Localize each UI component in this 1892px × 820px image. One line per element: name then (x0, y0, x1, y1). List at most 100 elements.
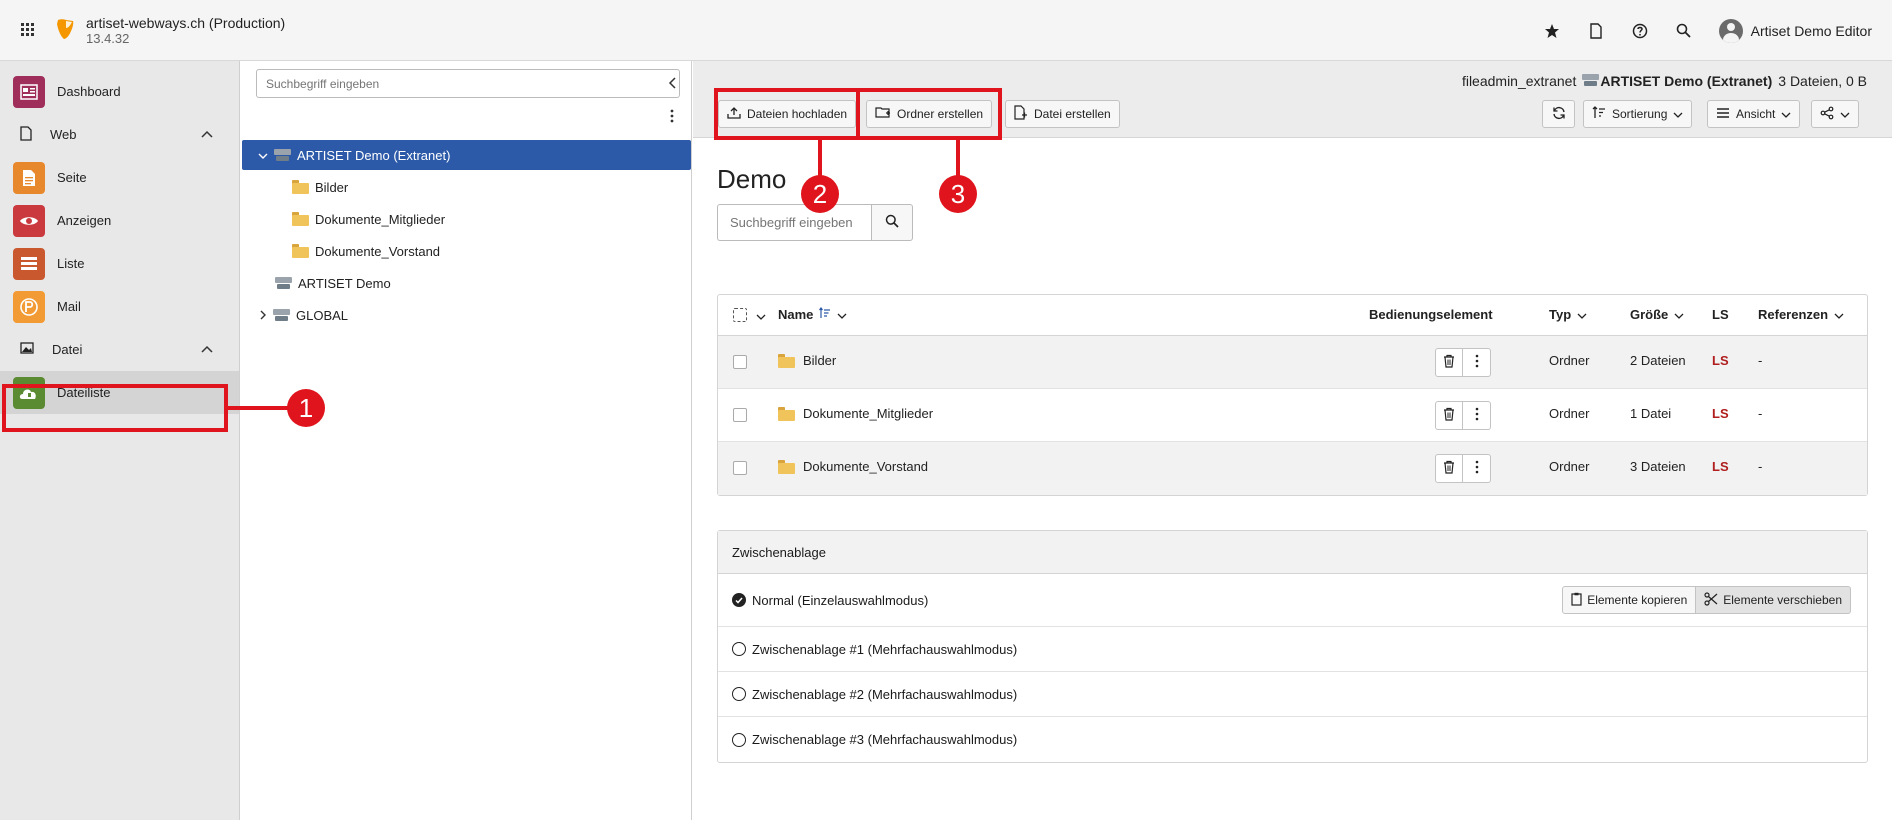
delete-button[interactable] (1435, 454, 1463, 483)
storage-icon (1582, 73, 1600, 89)
more-vertical-icon (1475, 354, 1479, 371)
sort-dropdown[interactable]: Sortierung (1583, 100, 1693, 128)
file-search-input[interactable] (717, 204, 871, 241)
radio-empty-icon[interactable] (732, 642, 746, 656)
row-checkbox[interactable] (733, 461, 747, 475)
column-type[interactable]: Typ (1549, 307, 1587, 322)
module-group-datei[interactable]: Datei (0, 328, 239, 371)
clipboard-pad-1-option[interactable]: Zwischenablage #1 (Mehrfachauswahlmodus) (718, 627, 1867, 672)
user-menu[interactable]: Artiset Demo Editor (1718, 18, 1872, 43)
delete-button[interactable] (1435, 401, 1463, 430)
module-group-web[interactable]: Web (0, 113, 239, 156)
more-actions-button[interactable] (1463, 454, 1491, 483)
tree-node-global[interactable]: GLOBAL (259, 300, 348, 330)
path-info: 3 Dateien, 0 B (1778, 73, 1867, 89)
site-brand[interactable]: artiset-webways.ch (Production) 13.4.32 (56, 15, 285, 46)
chevron-right-icon[interactable] (259, 308, 267, 323)
create-file-button[interactable]: Datei erstellen (1005, 100, 1120, 128)
tree-node-label: Dokumente_Vorstand (315, 243, 441, 259)
select-all-checkbox[interactable] (733, 308, 747, 322)
star-icon[interactable] (1543, 22, 1561, 40)
list-icon (13, 247, 45, 280)
table-row[interactable]: Dokumente_Mitglieder Ordner 1 Datei LS - (718, 389, 1867, 442)
chevron-down-icon (1834, 307, 1844, 322)
view-dropdown[interactable]: Ansicht (1707, 100, 1801, 128)
module-label: Dashboard (57, 84, 121, 99)
file-table: Name Bedienungselement Typ Größe LS Refe… (717, 294, 1868, 496)
row-checkbox[interactable] (733, 408, 747, 422)
scissors-icon (1704, 591, 1718, 609)
clipboard-pad-label: Zwischenablage #1 (Mehrfachauswahlmodus) (752, 641, 1018, 657)
tree-node-artiset-demo[interactable]: ARTISET Demo (275, 268, 391, 298)
site-name: artiset-webways.ch (Production) (86, 14, 286, 31)
tree-search-input[interactable] (256, 69, 680, 98)
path-storage: fileadmin_extranet (1461, 73, 1577, 89)
step-badge-1: 1 (287, 389, 325, 427)
clipboard-normal-option[interactable]: Normal (Einzelauswahlmodus) Elemente kop… (718, 574, 1867, 627)
module-group-label: Datei (52, 342, 83, 357)
tree-node-bilder[interactable]: Bilder (292, 172, 348, 202)
check-circle-icon[interactable] (732, 593, 746, 607)
tree-node-artiset-extranet[interactable]: ARTISET Demo (Extranet) (242, 140, 691, 170)
step-badge-2: 2 (801, 175, 839, 213)
row-checkbox[interactable] (733, 355, 747, 369)
module-mail[interactable]: Mail (0, 285, 239, 328)
clipboard-actions: Elemente kopieren Elemente verschieben (1562, 586, 1851, 614)
more-actions-button[interactable] (1463, 401, 1491, 430)
cell-name[interactable]: Dokumente_Vorstand (778, 459, 928, 474)
clipboard-pad-3-option[interactable]: Zwischenablage #3 (Mehrfachauswahlmodus) (718, 717, 1867, 762)
copy-elements-button[interactable]: Elemente kopieren (1562, 586, 1697, 614)
tree-node-label: GLOBAL (296, 307, 349, 323)
move-elements-button[interactable]: Elemente verschieben (1696, 586, 1851, 614)
chevron-down-icon (1673, 107, 1683, 121)
page-title: Demo (717, 164, 787, 194)
more-actions-button[interactable] (1463, 348, 1491, 377)
share-dropdown[interactable] (1811, 100, 1859, 128)
view-label: Ansicht (1736, 107, 1776, 121)
tree-options-button[interactable] (660, 104, 684, 128)
chevron-down-icon (1674, 307, 1684, 322)
clipboard-pad-2-option[interactable]: Zwischenablage #2 (Mehrfachauswahlmodus) (718, 672, 1867, 717)
help-icon[interactable] (1631, 22, 1649, 40)
cell-name[interactable]: Dokumente_Mitglieder (778, 406, 933, 421)
user-name: Artiset Demo Editor (1750, 22, 1872, 39)
module-liste[interactable]: Liste (0, 242, 239, 285)
clipboard-pad-label: Zwischenablage #2 (Mehrfachauswahlmodus) (752, 686, 1018, 702)
module-seite[interactable]: Seite (0, 156, 239, 199)
column-refs[interactable]: Referenzen (1758, 307, 1844, 322)
sort-asc-icon (819, 307, 831, 322)
column-size[interactable]: Größe (1630, 307, 1684, 322)
column-ls-label: LS (1712, 307, 1729, 322)
module-dashboard[interactable]: Dashboard (0, 70, 239, 113)
module-anzeigen[interactable]: Anzeigen (0, 199, 239, 242)
tree-node-dokumente-vorstand[interactable]: Dokumente_Vorstand (292, 236, 440, 266)
table-row[interactable]: Dokumente_Vorstand Ordner 3 Dateien LS - (718, 442, 1867, 495)
reload-button[interactable] (1542, 100, 1575, 128)
chevron-down-icon[interactable] (258, 148, 268, 163)
module-label: Anzeigen (57, 213, 112, 228)
chevron-down-icon[interactable] (756, 308, 766, 323)
trash-icon (1443, 460, 1455, 477)
search-icon[interactable] (1675, 22, 1693, 40)
page-icon (13, 161, 45, 194)
module-menu: Dashboard Web Seite Anzeigen Liste Mail (0, 61, 240, 820)
tree-node-dokumente-mitglieder[interactable]: Dokumente_Mitglieder (292, 204, 445, 234)
highlight-box-3 (856, 88, 1002, 140)
cell-name[interactable]: Bilder (778, 353, 836, 368)
table-row[interactable]: Bilder Ordner 2 Dateien LS - (718, 336, 1867, 389)
list-view-icon (1716, 107, 1730, 122)
delete-button[interactable] (1435, 348, 1463, 377)
clipboard-panel: Zwischenablage Normal (Einzelauswahlmodu… (717, 530, 1868, 763)
radio-empty-icon[interactable] (732, 687, 746, 701)
folder-icon (778, 459, 795, 474)
app-grid-icon[interactable] (0, 23, 56, 37)
collapse-tree-button[interactable] (660, 71, 684, 95)
row-actions (1435, 454, 1491, 483)
folder-icon (778, 353, 795, 368)
search-submit-button[interactable] (871, 204, 913, 241)
document-icon[interactable] (1587, 22, 1605, 40)
folder-tree-panel: ARTISET Demo (Extranet) Bilder Dokumente… (241, 61, 692, 820)
radio-empty-icon[interactable] (732, 732, 746, 747)
column-name[interactable]: Name (778, 307, 847, 322)
cell-name-label: Dokumente_Vorstand (803, 459, 929, 474)
